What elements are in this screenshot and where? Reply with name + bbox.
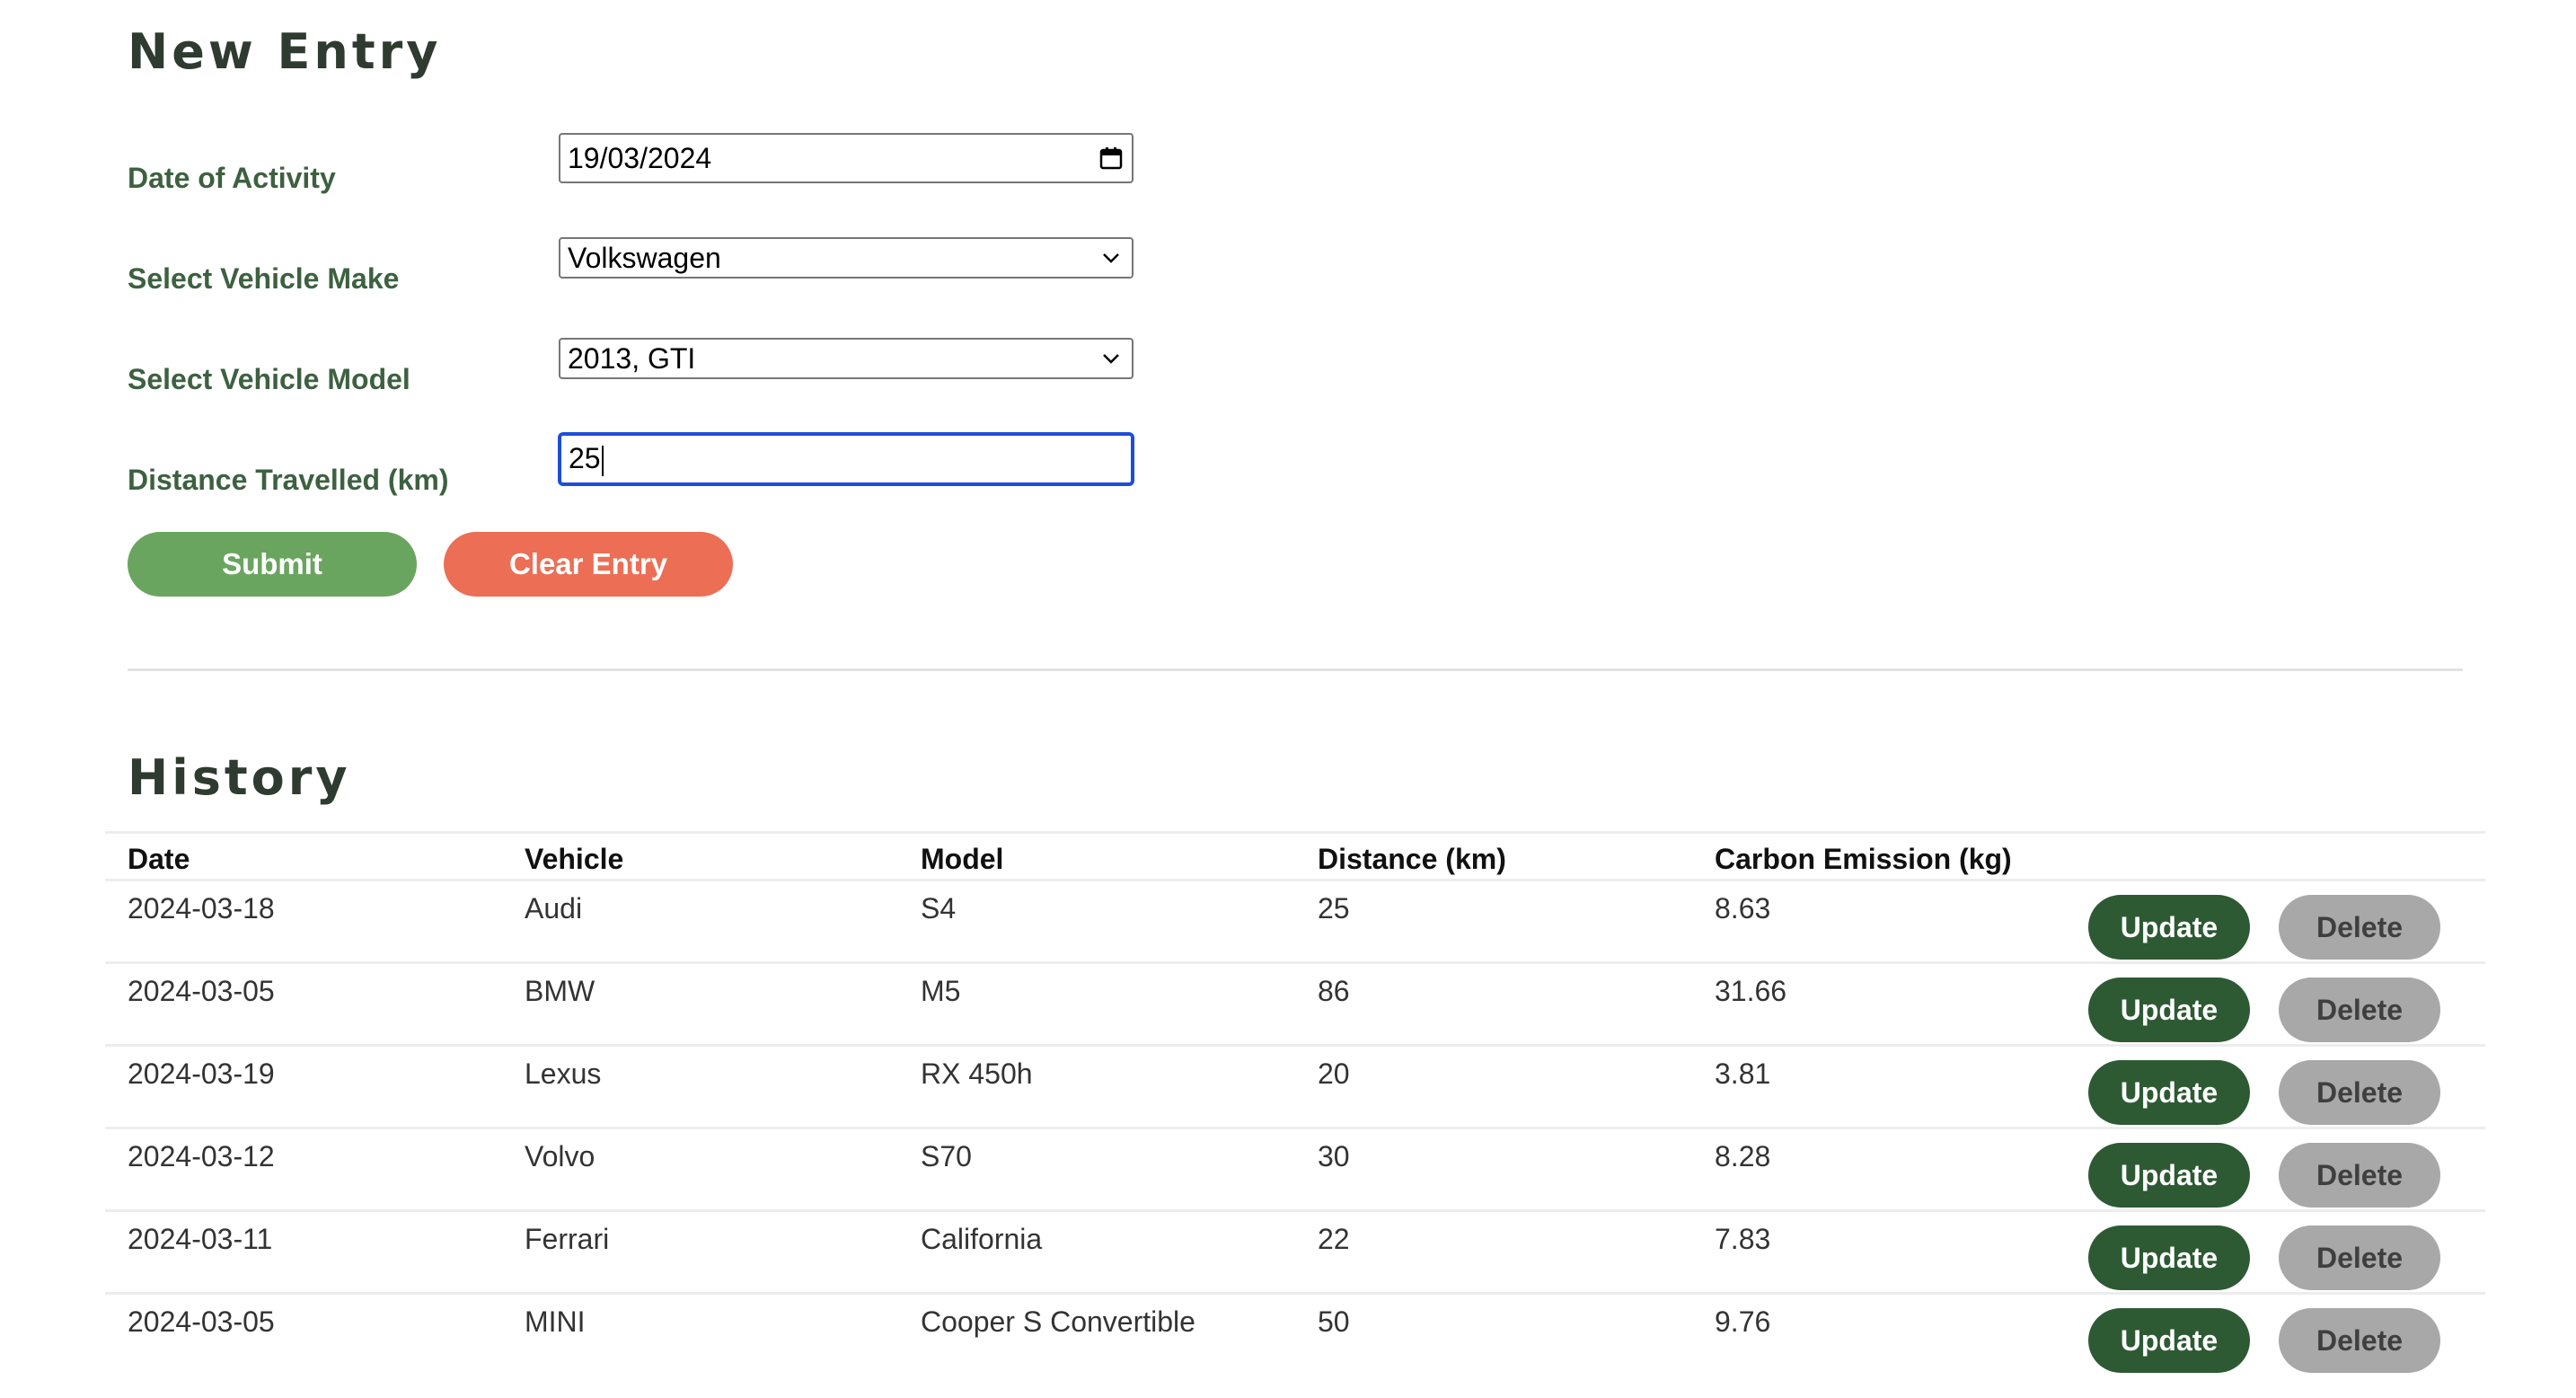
vehicle-model-select[interactable]: 2013, GTI — [559, 338, 1134, 379]
column-header-distance: Distance (km) — [1318, 843, 1506, 875]
row-vehicle: Audi — [525, 892, 583, 925]
table-header-row: Date Vehicle Model Distance (km) Carbon … — [105, 831, 2485, 879]
row-emission: 3.81 — [1715, 1057, 1771, 1090]
submit-button[interactable]: Submit — [128, 532, 417, 597]
column-header-model: Model — [921, 843, 1004, 875]
row-date: 2024-03-05 — [128, 1305, 275, 1338]
table-row: 2024-03-11 Ferrari California 22 7.83 Up… — [105, 1209, 2485, 1292]
delete-button[interactable]: Delete — [2279, 1308, 2440, 1373]
vehicle-model-selected: 2013, GTI — [568, 341, 696, 375]
distance-travelled-label: Distance Travelled (km) — [128, 464, 449, 496]
row-distance: 22 — [1318, 1223, 1350, 1255]
history-heading: History — [128, 749, 351, 806]
row-emission: 7.83 — [1715, 1223, 1771, 1255]
row-model: California — [921, 1223, 1043, 1255]
clear-entry-button[interactable]: Clear Entry — [444, 532, 733, 597]
history-table: Date Vehicle Model Distance (km) Carbon … — [105, 831, 2485, 1375]
vehicle-make-selected: Volkswagen — [568, 241, 721, 274]
date-of-activity-input[interactable]: 19/03/2024 — [559, 133, 1134, 183]
table-row: 2024-03-05 BMW M5 86 31.66 Update Delete — [105, 961, 2485, 1044]
table-row: 2024-03-19 Lexus RX 450h 20 3.81 Update … — [105, 1044, 2485, 1127]
row-model: S70 — [921, 1140, 972, 1172]
table-row: 2024-03-05 MINI Cooper S Convertible 50 … — [105, 1292, 2485, 1375]
row-model: RX 450h — [921, 1057, 1033, 1090]
delete-button[interactable]: Delete — [2279, 895, 2440, 960]
date-value: 19/03/2024 — [568, 141, 712, 174]
table-row: 2024-03-12 Volvo S70 30 8.28 Update Dele… — [105, 1127, 2485, 1209]
row-emission: 31.66 — [1715, 975, 1787, 1007]
calendar-icon[interactable] — [1098, 146, 1125, 171]
delete-button[interactable]: Delete — [2279, 1060, 2440, 1125]
column-header-date: Date — [128, 843, 190, 875]
chevron-down-icon — [1098, 252, 1125, 264]
delete-button[interactable]: Delete — [2279, 1143, 2440, 1208]
table-row: 2024-03-18 Audi S4 25 8.63 Update Delete — [105, 879, 2485, 961]
row-emission: 8.28 — [1715, 1140, 1771, 1172]
distance-travelled-input[interactable]: 25 — [559, 433, 1134, 485]
vehicle-make-select[interactable]: Volkswagen — [559, 237, 1134, 279]
delete-button[interactable]: Delete — [2279, 1225, 2440, 1290]
update-button[interactable]: Update — [2088, 1225, 2250, 1290]
row-emission: 8.63 — [1715, 892, 1771, 925]
row-distance: 25 — [1318, 892, 1350, 925]
row-vehicle: Lexus — [525, 1057, 602, 1090]
vehicle-model-label: Select Vehicle Model — [128, 363, 410, 395]
section-divider — [128, 668, 2463, 671]
row-date: 2024-03-18 — [128, 892, 275, 925]
row-model: Cooper S Convertible — [921, 1305, 1195, 1338]
row-vehicle: Volvo — [525, 1140, 595, 1172]
row-date: 2024-03-05 — [128, 975, 275, 1007]
row-distance: 86 — [1318, 975, 1350, 1007]
row-date: 2024-03-12 — [128, 1140, 275, 1172]
row-date: 2024-03-19 — [128, 1057, 275, 1090]
distance-value: 25 — [569, 442, 1124, 476]
row-emission: 9.76 — [1715, 1305, 1771, 1338]
update-button[interactable]: Update — [2088, 1143, 2250, 1208]
column-header-vehicle: Vehicle — [525, 843, 624, 875]
update-button[interactable]: Update — [2088, 1308, 2250, 1373]
row-vehicle: Ferrari — [525, 1223, 610, 1255]
row-distance: 20 — [1318, 1057, 1350, 1090]
update-button[interactable]: Update — [2088, 895, 2250, 960]
vehicle-make-label: Select Vehicle Make — [128, 262, 400, 295]
row-vehicle: BMW — [525, 975, 595, 1007]
delete-button[interactable]: Delete — [2279, 978, 2440, 1042]
column-header-carbon-emission: Carbon Emission (kg) — [1715, 843, 2012, 875]
row-date: 2024-03-11 — [128, 1223, 273, 1255]
update-button[interactable]: Update — [2088, 978, 2250, 1042]
row-distance: 30 — [1318, 1140, 1350, 1172]
row-distance: 50 — [1318, 1305, 1350, 1338]
chevron-down-icon — [1098, 352, 1125, 365]
row-vehicle: MINI — [525, 1305, 586, 1338]
row-model: S4 — [921, 892, 957, 925]
date-of-activity-label: Date of Activity — [128, 162, 336, 194]
row-model: M5 — [921, 975, 961, 1007]
new-entry-heading: New Entry — [128, 23, 442, 80]
update-button[interactable]: Update — [2088, 1060, 2250, 1125]
